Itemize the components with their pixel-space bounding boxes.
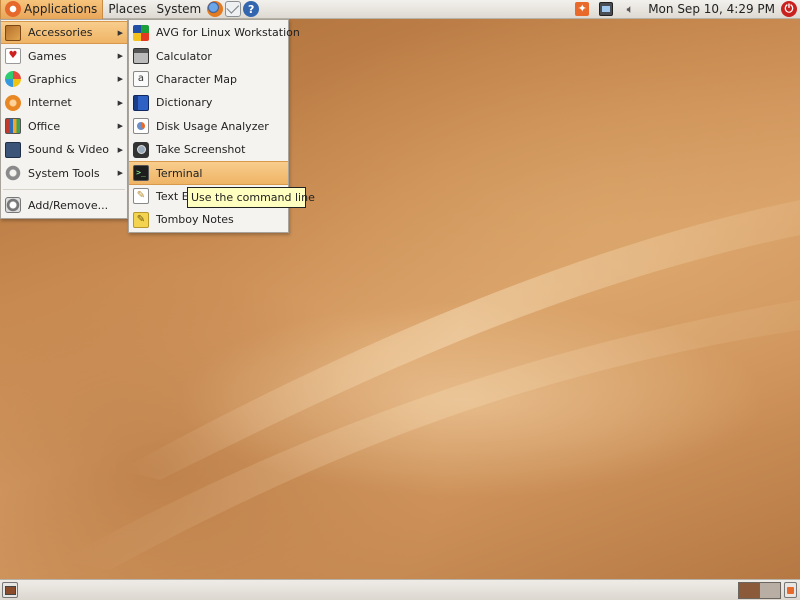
- internet-icon: [5, 94, 21, 111]
- system-menu-button[interactable]: System: [151, 0, 206, 19]
- menu-item-label: System Tools: [28, 166, 100, 180]
- graphics-icon: [5, 71, 21, 88]
- top-panel: Applications Places System ? ✦ 🔈︎ Mon Se…: [0, 0, 800, 19]
- update-notifier-icon[interactable]: ✦: [575, 2, 590, 16]
- places-menu-button[interactable]: Places: [103, 0, 151, 19]
- menu-item-label: Internet: [28, 96, 72, 110]
- help-icon[interactable]: ?: [243, 1, 260, 17]
- menu-item-graphics[interactable]: Graphics ▶: [1, 68, 127, 91]
- firefox-icon[interactable]: [207, 1, 224, 17]
- accessories-icon: [5, 24, 21, 41]
- menu-item-label: Character Map: [156, 72, 238, 86]
- show-desktop-button[interactable]: [2, 582, 18, 598]
- menu-item-label: Sound & Video: [28, 143, 110, 157]
- menu-item-label: Accessories: [28, 26, 93, 40]
- menu-item-label: Calculator: [156, 49, 212, 63]
- terminal-icon: >_: [133, 165, 149, 182]
- terminal-tooltip: Use the command line: [187, 187, 315, 208]
- menu-item-add-remove[interactable]: Add/Remove...: [1, 194, 127, 217]
- workspace-1[interactable]: [738, 582, 760, 599]
- menu-item-label: Disk Usage Analyzer: [156, 119, 269, 133]
- menu-item-take-screenshot[interactable]: Take Screenshot: [129, 138, 288, 161]
- calculator-icon: [133, 48, 149, 65]
- applications-menu-button[interactable]: Applications: [0, 0, 104, 19]
- text-editor-icon: ✎: [133, 188, 149, 205]
- games-icon: ♥: [5, 48, 21, 65]
- submenu-arrow-icon: ▶: [117, 75, 123, 84]
- system-tools-icon: [5, 165, 21, 182]
- sound-video-icon: [5, 141, 21, 158]
- menu-item-label: AVG for Linux Workstation: [156, 26, 300, 40]
- menu-item-character-map[interactable]: a Character Map: [129, 68, 288, 91]
- submenu-arrow-icon: ▶: [117, 122, 123, 131]
- camera-icon: [133, 141, 149, 158]
- menu-item-avg[interactable]: AVG for Linux Workstation: [129, 21, 300, 44]
- volume-icon[interactable]: 🔈︎: [623, 2, 637, 16]
- menu-item-disk-usage-analyzer[interactable]: Disk Usage Analyzer: [129, 115, 288, 138]
- menu-item-office[interactable]: Office ▶: [1, 115, 127, 138]
- menu-item-tomboy-notes[interactable]: ✎ Tomboy Notes: [129, 208, 288, 231]
- menu-item-terminal[interactable]: >_ Terminal: [129, 161, 288, 185]
- menu-item-label: Take Screenshot: [156, 143, 246, 157]
- avg-icon: [133, 24, 149, 41]
- clock[interactable]: Mon Sep 10, 4:29 PM: [642, 2, 781, 16]
- menu-item-internet[interactable]: Internet ▶: [1, 91, 127, 114]
- network-icon[interactable]: [599, 2, 614, 16]
- applications-menu-label: Applications: [24, 1, 98, 16]
- menu-item-accessories[interactable]: Accessories ▶: [1, 21, 127, 45]
- character-map-icon: a: [133, 71, 149, 88]
- mail-icon[interactable]: [225, 1, 242, 17]
- submenu-arrow-icon: ▶: [117, 145, 123, 154]
- menu-item-label: Office: [28, 119, 61, 133]
- menu-item-label: Add/Remove...: [28, 198, 109, 212]
- dictionary-icon: [133, 94, 149, 111]
- submenu-arrow-icon: ▶: [117, 98, 123, 107]
- menu-item-label: Tomboy Notes: [156, 213, 234, 227]
- shutdown-icon[interactable]: ⏻: [781, 1, 797, 17]
- submenu-arrow-icon: ▶: [117, 169, 123, 178]
- submenu-arrow-icon: ▶: [117, 28, 123, 37]
- workspace-2[interactable]: [759, 582, 781, 599]
- menu-item-dictionary[interactable]: Dictionary: [129, 91, 288, 114]
- menu-item-system-tools[interactable]: System Tools ▶: [1, 161, 127, 184]
- applications-menu: Accessories ▶ ♥ Games ▶ Graphics ▶ Inter…: [0, 19, 128, 219]
- menu-item-label: Games: [28, 49, 67, 63]
- ubuntu-logo-icon: [5, 1, 21, 17]
- tomboy-notes-icon: ✎: [133, 211, 149, 228]
- bottom-panel: [0, 579, 800, 600]
- menu-item-sound-video[interactable]: Sound & Video ▶: [1, 138, 127, 161]
- menu-item-label: Dictionary: [156, 96, 213, 110]
- menu-item-label: Graphics: [28, 72, 77, 86]
- workspace-switcher: [738, 582, 781, 599]
- disk-usage-icon: [133, 118, 149, 135]
- menu-separator: [3, 188, 125, 190]
- office-icon: [5, 118, 21, 135]
- trash-icon[interactable]: [784, 582, 797, 598]
- menu-item-calculator[interactable]: Calculator: [129, 44, 288, 67]
- menu-item-games[interactable]: ♥ Games ▶: [1, 44, 127, 67]
- add-remove-icon: [5, 197, 21, 214]
- submenu-arrow-icon: ▶: [117, 52, 123, 61]
- menu-item-label: Terminal: [156, 166, 203, 180]
